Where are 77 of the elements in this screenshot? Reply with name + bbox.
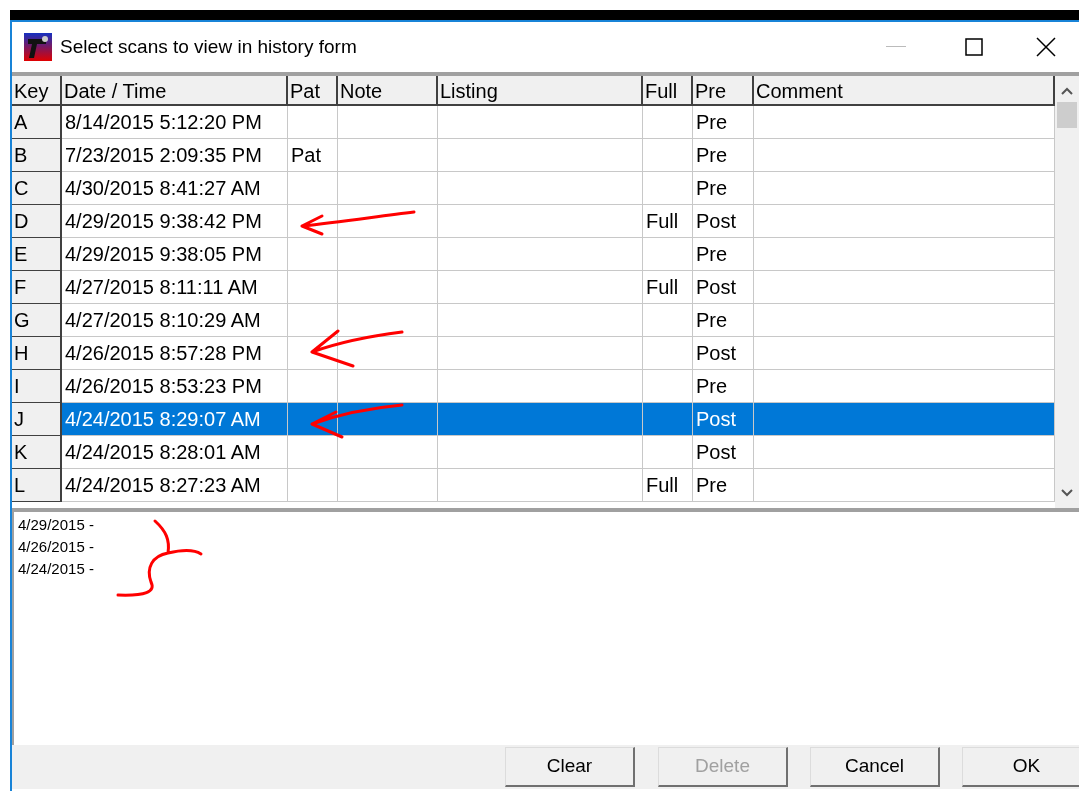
table-cell: Post — [693, 337, 754, 370]
table-cell: Post — [693, 205, 754, 238]
column-header[interactable]: Listing — [438, 76, 643, 106]
table-cell — [288, 172, 338, 205]
table-cell: 4/24/2015 8:27:23 AM — [62, 469, 288, 502]
table-cell: 7/23/2015 2:09:35 PM — [62, 139, 288, 172]
table-cell — [288, 205, 338, 238]
dialog-button[interactable]: OK — [962, 747, 1079, 787]
table-cell: 4/24/2015 8:29:07 AM — [62, 403, 288, 436]
table-cell: Full — [643, 271, 693, 304]
scanner-icon — [24, 33, 52, 61]
memo-line: 4/24/2015 - — [18, 559, 94, 579]
table-cell — [288, 238, 338, 271]
table-cell: Pat — [288, 139, 338, 172]
column-header[interactable]: Pat — [288, 76, 338, 106]
table-cell: 4/27/2015 8:11:11 AM — [62, 271, 288, 304]
table-cell — [288, 337, 338, 370]
row-header: K — [12, 436, 62, 469]
memo-line: 4/29/2015 - — [18, 515, 94, 535]
scroll-thumb[interactable] — [1057, 102, 1077, 128]
column-header[interactable]: Note — [338, 76, 438, 106]
table-cell: 4/29/2015 9:38:42 PM — [62, 205, 288, 238]
scrollbar[interactable] — [1055, 76, 1079, 508]
row-header: C — [12, 172, 62, 205]
table-cell — [288, 106, 338, 139]
table-cell: 4/26/2015 8:57:28 PM — [62, 337, 288, 370]
table-cell — [643, 172, 693, 205]
table-cell — [288, 271, 338, 304]
table-cell — [643, 403, 693, 436]
minimize-icon — [886, 46, 906, 48]
table-cell — [643, 139, 693, 172]
table-cell — [643, 106, 693, 139]
table-cell — [288, 304, 338, 337]
table-cell: 4/27/2015 8:10:29 AM — [62, 304, 288, 337]
row-header: J — [12, 403, 62, 436]
table-cell: Post — [693, 271, 754, 304]
column-header[interactable]: Pre — [693, 76, 754, 106]
maximize-icon — [965, 38, 983, 56]
table-cell: Pre — [693, 139, 754, 172]
table-cell: 4/29/2015 9:38:05 PM — [62, 238, 288, 271]
row-header: A — [12, 106, 62, 139]
table-cell: 4/30/2015 8:41:27 AM — [62, 172, 288, 205]
table-cell: Full — [643, 469, 693, 502]
column-header[interactable]: Comment — [754, 76, 1055, 106]
row-header: E — [12, 238, 62, 271]
table-cell: Full — [643, 205, 693, 238]
row-header: D — [12, 205, 62, 238]
table-cell: Pre — [693, 172, 754, 205]
table-cell: Pre — [693, 304, 754, 337]
dialog-button[interactable]: Clear — [505, 747, 635, 787]
table-cell: Post — [693, 403, 754, 436]
table-cell — [643, 436, 693, 469]
table-cell: Pre — [693, 238, 754, 271]
table-cell: Pre — [693, 106, 754, 139]
table-cell — [643, 337, 693, 370]
scroll-down-icon[interactable] — [1060, 488, 1074, 498]
row-header: I — [12, 370, 62, 403]
column-header[interactable]: Full — [643, 76, 693, 106]
row-header: H — [12, 337, 62, 370]
row-header: F — [12, 271, 62, 304]
table-cell — [288, 436, 338, 469]
memo-line: 4/26/2015 - — [18, 537, 94, 557]
table-cell — [643, 238, 693, 271]
column-header[interactable]: Date / Time — [62, 76, 288, 106]
table-cell — [643, 304, 693, 337]
row-header: G — [12, 304, 62, 337]
row-header: B — [12, 139, 62, 172]
scroll-up-icon[interactable] — [1060, 86, 1074, 96]
table-cell: Post — [693, 436, 754, 469]
close-icon — [1036, 37, 1056, 57]
window-title: Select scans to view in history form — [60, 34, 357, 59]
row-header: L — [12, 469, 62, 502]
table-cell: 8/14/2015 5:12:20 PM — [62, 106, 288, 139]
table-cell: 4/24/2015 8:28:01 AM — [62, 436, 288, 469]
dialog-button[interactable]: Cancel — [810, 747, 940, 787]
table-cell — [288, 469, 338, 502]
table-cell: Pre — [693, 469, 754, 502]
